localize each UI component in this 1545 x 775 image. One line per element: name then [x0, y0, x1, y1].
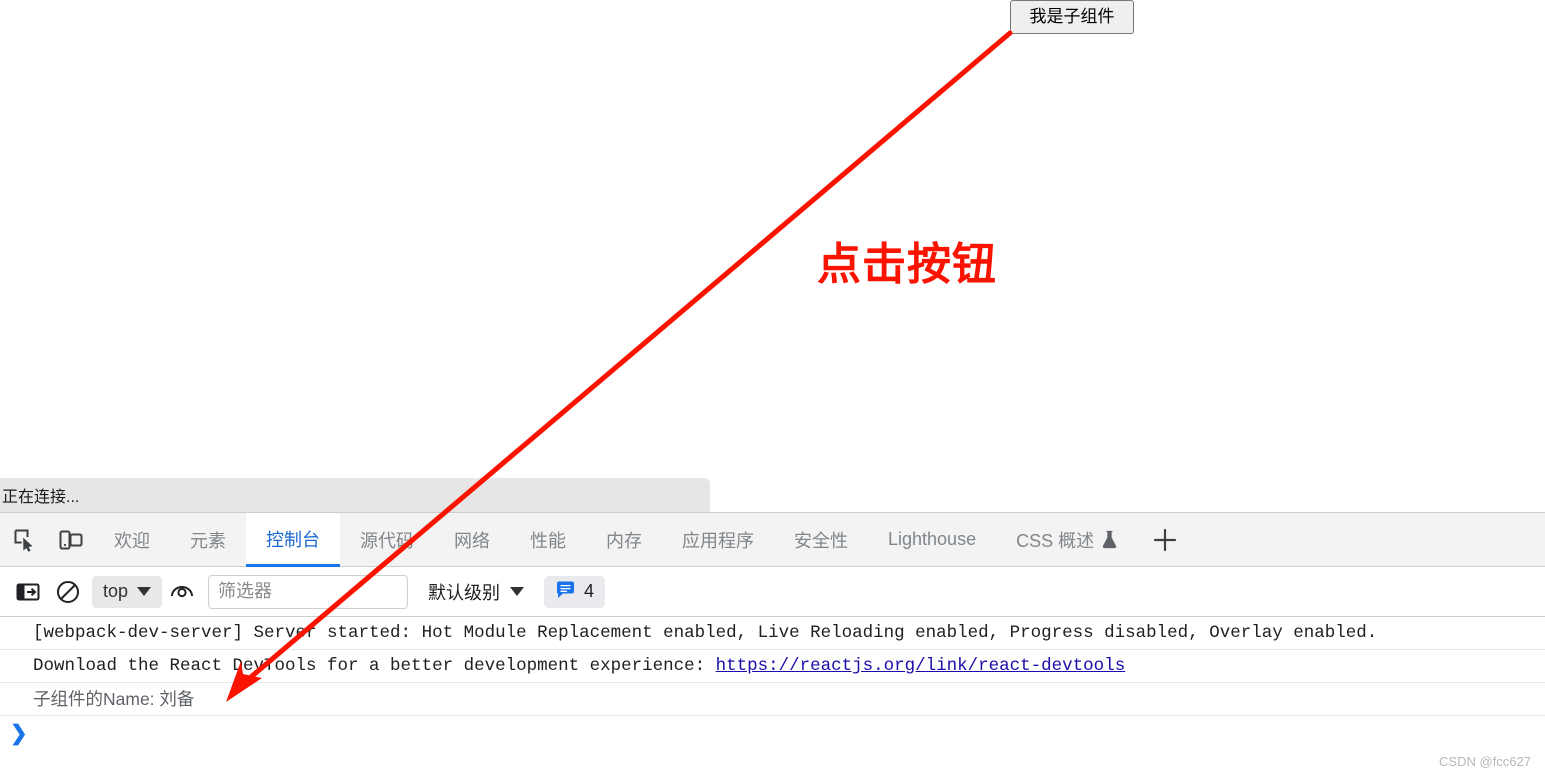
inspect-element-icon[interactable]: [2, 513, 48, 566]
console-log-row: [webpack-dev-server] Server started: Hot…: [0, 617, 1545, 650]
tab-label: 安全性: [794, 530, 848, 551]
tab-memory[interactable]: 内存: [586, 513, 662, 566]
tab-label: CSS 概述: [1016, 530, 1095, 551]
tab-network[interactable]: 网络: [434, 513, 510, 566]
tab-performance[interactable]: 性能: [510, 513, 586, 566]
tab-label: 性能: [530, 530, 566, 551]
web-page-viewport: 我是子组件 点击按钮: [0, 0, 1545, 478]
tab-security[interactable]: 安全性: [774, 513, 868, 566]
tab-label: 元素: [190, 530, 226, 551]
tab-css-overview[interactable]: CSS 概述: [996, 513, 1138, 566]
console-filter-input[interactable]: [208, 574, 409, 609]
status-bar-text: 正在连接...: [2, 489, 80, 506]
tab-application[interactable]: 应用程序: [662, 513, 774, 566]
issues-count: 4: [584, 581, 595, 601]
tab-welcome[interactable]: 欢迎: [94, 513, 170, 566]
context-selector-value: top: [103, 581, 129, 601]
tab-label: 欢迎: [114, 530, 150, 551]
tab-label: 控制台: [266, 529, 320, 550]
annotation-label-click-button: 点击按钮: [817, 240, 997, 289]
level-selector-value: 默认级别: [428, 582, 501, 603]
tab-label: 源代码: [360, 530, 414, 551]
tab-elements[interactable]: 元素: [170, 513, 246, 566]
tab-sources[interactable]: 源代码: [340, 513, 434, 566]
console-context-selector[interactable]: top: [92, 575, 163, 608]
experiment-flask-icon: [1101, 530, 1118, 549]
live-expression-icon[interactable]: [162, 573, 202, 611]
console-log-row: 子组件的Name: 刘备: [0, 683, 1545, 716]
react-devtools-link[interactable]: https://reactjs.org/link/react-devtools: [716, 656, 1126, 676]
console-log-row: Download the React DevTools for a better…: [0, 650, 1545, 683]
clear-console-icon[interactable]: [48, 573, 88, 611]
devtools-panel: 欢迎 元素 控制台 源代码 网络 性能 内存 应用程序 安全性 Lighthou…: [0, 512, 1545, 775]
tab-console[interactable]: 控制台: [246, 513, 340, 567]
child-component-button[interactable]: 我是子组件: [1010, 0, 1134, 34]
device-toolbar-icon[interactable]: [48, 513, 94, 566]
tab-label: Lighthouse: [888, 529, 977, 549]
log-text: 子组件的Name: 刘备: [33, 689, 195, 709]
devtools-tabbar: 欢迎 元素 控制台 源代码 网络 性能 内存 应用程序 安全性 Lighthou…: [0, 513, 1545, 567]
console-prompt-row[interactable]: ❯: [0, 716, 1545, 750]
issues-badge[interactable]: 4: [544, 575, 606, 608]
console-toolbar: top 默认级别 4: [0, 567, 1545, 617]
console-sidebar-icon[interactable]: [8, 573, 48, 611]
log-text: Download the React DevTools for a better…: [33, 656, 716, 676]
console-level-selector[interactable]: 默认级别: [428, 579, 525, 605]
csdn-watermark: CSDN @fcc627: [1439, 754, 1531, 769]
tab-lighthouse[interactable]: Lighthouse: [868, 513, 996, 566]
tab-label: 应用程序: [682, 530, 754, 551]
chevron-down-icon: [137, 587, 152, 596]
tab-label: 网络: [454, 530, 490, 551]
console-message-list: [webpack-dev-server] Server started: Hot…: [0, 617, 1545, 750]
add-panel-icon[interactable]: [1138, 513, 1192, 566]
issues-message-icon: [555, 579, 576, 605]
tab-label: 内存: [606, 530, 642, 551]
chevron-down-icon: [510, 587, 525, 596]
log-text: [webpack-dev-server] Server started: Hot…: [33, 623, 1378, 643]
page-status-bar: 正在连接...: [0, 478, 710, 512]
prompt-chevron-icon: ❯: [10, 721, 28, 745]
